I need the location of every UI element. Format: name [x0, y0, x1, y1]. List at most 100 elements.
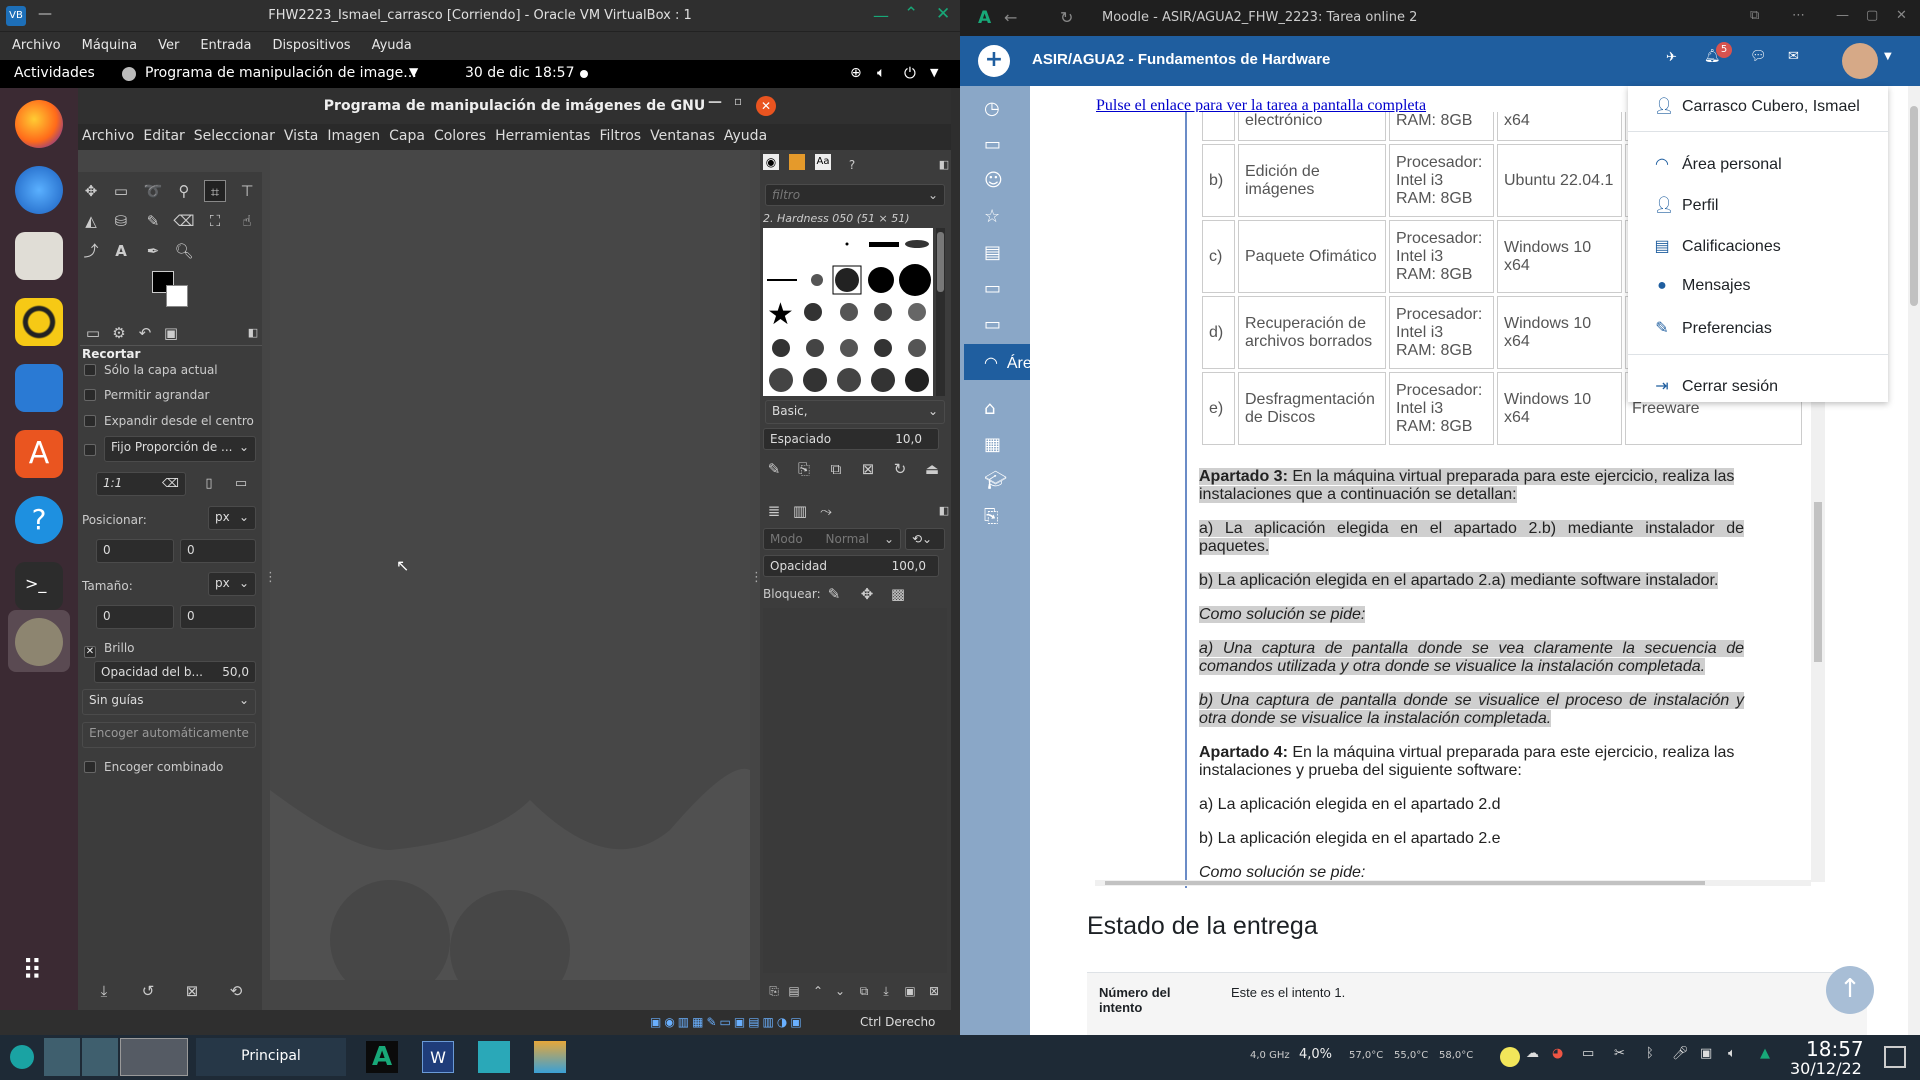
workspace-2[interactable]: [82, 1038, 118, 1076]
help-icon[interactable]: ?: [15, 496, 63, 544]
back-icon[interactable]: ←: [1004, 8, 1017, 27]
undo-history-tab-icon[interactable]: ↶: [134, 322, 156, 344]
network-icon[interactable]: ⊕: [850, 65, 862, 81]
task-principal[interactable]: Principal: [196, 1038, 346, 1076]
position-x-input[interactable]: 0: [96, 539, 174, 563]
firefox-icon[interactable]: [15, 100, 63, 148]
checkbox[interactable]: [84, 444, 96, 456]
landscape-icon[interactable]: ▭: [230, 473, 252, 495]
recent-icon[interactable]: ◷: [984, 98, 1000, 119]
position-y-input[interactable]: 0: [180, 539, 256, 563]
software-center-icon[interactable]: A: [15, 430, 63, 478]
checkbox[interactable]: [84, 415, 96, 427]
system-menu-chevron-icon[interactable]: ▼: [930, 66, 938, 79]
microphone-icon[interactable]: 🎤︎: [1672, 1046, 1689, 1061]
vbox-menu-entrada[interactable]: Entrada: [188, 32, 260, 53]
lasso-icon[interactable]: ➰: [142, 180, 164, 202]
activities-button[interactable]: Actividades: [14, 65, 95, 81]
merge-layer-icon[interactable]: ⤓: [875, 980, 897, 1002]
gimp-menu-seleccionar[interactable]: Seleccionar: [190, 124, 280, 144]
more-options-icon[interactable]: ⋯: [1792, 8, 1805, 23]
scrollbar-thumb[interactable]: [1910, 106, 1918, 306]
brush-grid-scrollbar[interactable]: [936, 228, 945, 396]
highlight-option[interactable]: ✕ Brillo: [84, 641, 135, 658]
writer-app-icon[interactable]: W: [422, 1041, 454, 1073]
allow-grow-option[interactable]: Permitir agrandar: [84, 388, 210, 402]
brushes-tab-icon[interactable]: ◉: [763, 154, 779, 170]
auto-shrink-button[interactable]: Encoger automáticamente: [82, 722, 256, 748]
star-icon[interactable]: ☆: [984, 206, 1000, 227]
menu-mensajes[interactable]: ● Mensajes: [1654, 277, 1750, 295]
terminal-icon[interactable]: >_: [15, 562, 63, 610]
gimp-icon[interactable]: [15, 618, 63, 666]
lock-position-icon[interactable]: ✥: [856, 583, 878, 605]
cloud-icon[interactable]: ☁: [1526, 1046, 1539, 1061]
dock-drag-handle-icon[interactable]: ⋮: [264, 570, 277, 585]
mode-switch-button[interactable]: ⟲⌄: [905, 528, 945, 550]
lock-pixels-icon[interactable]: ✎: [823, 583, 845, 605]
gimp-menu-ayuda[interactable]: Ayuda: [720, 124, 772, 144]
paths-tab-icon[interactable]: ⤳: [815, 500, 837, 522]
vbox-menu-maquina[interactable]: Máquina: [70, 32, 147, 53]
browser-maximize-button[interactable]: ▢: [1866, 8, 1878, 23]
paintbrush-icon[interactable]: ✎: [142, 210, 164, 232]
delete-brush-icon[interactable]: ⊠: [857, 458, 879, 480]
size-x-input[interactable]: 0: [96, 605, 174, 629]
eraser-icon[interactable]: ⌫: [173, 210, 195, 232]
maximize-window-button[interactable]: ⌃: [904, 4, 918, 24]
tray-expand-icon[interactable]: ▲: [1760, 1046, 1770, 1061]
zoom-tool-icon[interactable]: 🔍︎: [173, 240, 195, 262]
browser-close-button[interactable]: ✕: [1896, 8, 1907, 23]
color-icon[interactable]: ◕: [1552, 1046, 1563, 1061]
gimp-menu-imagen[interactable]: Imagen: [323, 124, 385, 144]
display-icon[interactable]: ▣: [1700, 1046, 1712, 1061]
clock-time[interactable]: 18:57: [1806, 1037, 1864, 1061]
stack-app-icon[interactable]: [534, 1041, 566, 1073]
gimp-maximize-button[interactable]: ▫: [734, 94, 742, 108]
delete-options-icon[interactable]: ⊠: [181, 980, 203, 1002]
workspace-3[interactable]: [120, 1038, 188, 1076]
clear-icon[interactable]: ⌫: [162, 476, 179, 490]
course-title[interactable]: ASIR/AGUA2 - Fundamentos de Hardware: [1032, 51, 1330, 68]
image-canvas[interactable]: [270, 150, 750, 980]
gimp-menu-ventanas[interactable]: Ventanas: [646, 124, 720, 144]
brush-grid[interactable]: ★: [763, 228, 933, 396]
scrollbar-thumb[interactable]: [1814, 502, 1822, 662]
expand-center-option[interactable]: Expandir desde el centro: [84, 414, 254, 428]
save-options-icon[interactable]: ⤓: [93, 980, 115, 1002]
gimp-menu-editar[interactable]: Editar: [139, 124, 189, 144]
reload-icon[interactable]: ↻: [1060, 8, 1073, 27]
menu-area-personal[interactable]: ◠ Área personal: [1654, 154, 1782, 174]
move-tool-icon[interactable]: ✥: [80, 180, 102, 202]
edit-brush-icon[interactable]: ✎: [763, 458, 785, 480]
position-unit-select[interactable]: px ⌄: [208, 506, 256, 530]
new-brush-icon[interactable]: ⎘: [793, 458, 815, 480]
gimp-menu-herramientas[interactable]: Herramientas: [491, 124, 595, 144]
ratio-input[interactable]: 1:1 ⌫: [96, 472, 186, 496]
vbox-menu-ayuda[interactable]: Ayuda: [360, 32, 421, 53]
back-to-top-button[interactable]: ↑: [1826, 966, 1874, 1014]
images-tab-icon[interactable]: ▣: [160, 322, 182, 344]
size-y-input[interactable]: 0: [180, 605, 256, 629]
tools-icon[interactable]: ✈: [1666, 50, 1677, 65]
writer-icon[interactable]: [15, 364, 63, 412]
spacing-slider[interactable]: Espaciado 10,0: [763, 428, 939, 450]
layers-list[interactable]: [763, 608, 947, 973]
paths-tool-icon[interactable]: ⤴: [80, 240, 102, 262]
patterns-tab-icon[interactable]: [789, 154, 805, 170]
start-menu-icon[interactable]: [10, 1045, 34, 1069]
users-icon[interactable]: ☺: [984, 170, 1003, 191]
shrink-merged-option[interactable]: Encoger combinado: [84, 760, 223, 774]
gimp-menu-vista[interactable]: Vista: [280, 124, 324, 144]
raise-layer-icon[interactable]: ⌃: [807, 980, 829, 1002]
checked-checkbox-icon[interactable]: ✕: [84, 646, 96, 658]
frame-horizontal-scrollbar[interactable]: [1095, 880, 1811, 886]
files-nav-icon[interactable]: ⎘: [984, 506, 998, 527]
mask-layer-icon[interactable]: ▣: [899, 980, 921, 1002]
folder-icon[interactable]: ▭: [984, 314, 1001, 335]
clock-date[interactable]: 30/12/22: [1790, 1059, 1862, 1078]
folder-icon[interactable]: ▭: [984, 134, 1001, 155]
layers-tab-icon[interactable]: ≣: [763, 500, 785, 522]
checkbox[interactable]: [84, 364, 96, 376]
vbox-menu-ver[interactable]: Ver: [146, 32, 188, 53]
